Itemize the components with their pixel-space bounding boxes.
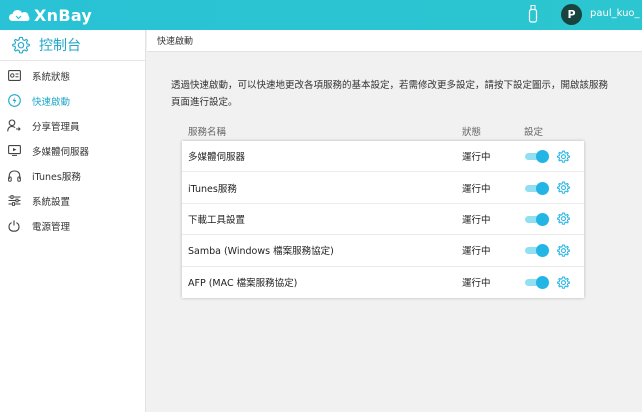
- table-row: AFP (MAC 檔案服務協定) 運行中: [182, 267, 584, 298]
- sidebar-item-quick-start[interactable]: 快速啟動: [0, 88, 145, 113]
- service-toggle[interactable]: [525, 150, 549, 164]
- quick-start-icon: [7, 94, 21, 108]
- avatar[interactable]: P: [561, 4, 582, 25]
- sidebar-item-label: 多媒體伺服器: [32, 146, 90, 158]
- media-server-icon: [7, 144, 21, 158]
- settings-gear-icon[interactable]: [557, 212, 570, 226]
- service-status: 運行中: [462, 246, 491, 258]
- sliders-icon: [7, 194, 21, 208]
- headphones-icon: [7, 169, 21, 183]
- breadcrumb: 快速啟動: [147, 30, 642, 52]
- sidebar-header[interactable]: 控制台: [0, 30, 145, 61]
- table-row: 下載工具設置 運行中: [182, 204, 584, 236]
- power-icon: [7, 219, 21, 233]
- main-panel: 快速啟動 透過快速啟動，可以快速地更改各項服務的基本設定，若需修改更多設定，請按…: [147, 30, 642, 412]
- sidebar-item-share-manager[interactable]: 分享管理員: [0, 113, 145, 138]
- sidebar-item-system-status[interactable]: 系統狀態: [0, 63, 145, 88]
- page-title: 快速啟動: [157, 37, 194, 47]
- sidebar-item-system-settings[interactable]: 系統設置: [0, 188, 145, 213]
- service-toggle[interactable]: [525, 276, 549, 290]
- column-header-name: 服務名稱: [188, 127, 227, 138]
- sidebar-item-label: iTunes服務: [32, 171, 81, 183]
- service-toggle[interactable]: [525, 212, 549, 226]
- user-share-icon: [7, 119, 21, 133]
- service-status: 運行中: [462, 183, 491, 195]
- sidebar-item-label: 快速啟動: [32, 96, 71, 108]
- column-header-status: 狀態: [462, 127, 482, 138]
- column-header-settings: 設定: [524, 127, 544, 138]
- service-status: 運行中: [462, 152, 491, 164]
- brand-logo[interactable]: XnBay: [8, 5, 92, 25]
- sidebar-item-label: 系統設置: [32, 196, 71, 208]
- brand-name: XnBay: [34, 5, 93, 25]
- sidebar-item-media-server[interactable]: 多媒體伺服器: [0, 138, 145, 163]
- settings-gear-icon[interactable]: [557, 181, 570, 194]
- settings-gear-icon[interactable]: [557, 276, 570, 289]
- table-row: iTunes服務 運行中: [182, 172, 584, 204]
- settings-gear-icon[interactable]: [557, 150, 570, 163]
- table-row: 多媒體伺服器 運行中: [182, 141, 584, 173]
- gear-icon: [12, 36, 30, 54]
- service-status: 運行中: [462, 214, 491, 226]
- service-name: iTunes服務: [188, 183, 237, 195]
- page-description: 透過快速啟動，可以快速地更改各項服務的基本設定，若需修改更多設定，請按下設定圖示…: [171, 80, 609, 108]
- services-table: 多媒體伺服器 運行中 iTunes服務 運行中 下載工具設置 運行中 Samba…: [182, 141, 584, 298]
- service-toggle[interactable]: [525, 244, 549, 258]
- usb-drive-icon[interactable]: [528, 5, 538, 23]
- table-row: Samba (Windows 檔案服務協定) 運行中: [182, 235, 584, 267]
- sidebar-item-label: 系統狀態: [32, 71, 71, 83]
- service-name: AFP (MAC 檔案服務協定): [188, 278, 298, 290]
- sidebar: 控制台 系統狀態 快速啟動 分享管理員 多媒體伺服器 iTunes服務 系統設置…: [0, 30, 146, 412]
- sidebar-nav: 系統狀態 快速啟動 分享管理員 多媒體伺服器 iTunes服務 系統設置 電源管…: [0, 63, 145, 238]
- service-name: Samba (Windows 檔案服務協定): [188, 246, 334, 258]
- top-bar: XnBay P paul_kuo_: [0, 0, 642, 30]
- service-name: 下載工具設置: [188, 214, 246, 226]
- service-name: 多媒體伺服器: [188, 152, 246, 164]
- sidebar-title: 控制台: [39, 38, 81, 54]
- service-toggle[interactable]: [525, 181, 549, 195]
- cloud-logo-icon: [9, 10, 30, 21]
- username[interactable]: paul_kuo_: [590, 8, 640, 19]
- sidebar-item-itunes[interactable]: iTunes服務: [0, 163, 145, 188]
- sidebar-item-label: 電源管理: [32, 221, 71, 233]
- service-status: 運行中: [462, 278, 491, 290]
- settings-gear-icon[interactable]: [557, 244, 570, 257]
- sidebar-item-label: 分享管理員: [32, 121, 80, 133]
- system-status-icon: [7, 69, 21, 83]
- sidebar-item-power[interactable]: 電源管理: [0, 213, 145, 238]
